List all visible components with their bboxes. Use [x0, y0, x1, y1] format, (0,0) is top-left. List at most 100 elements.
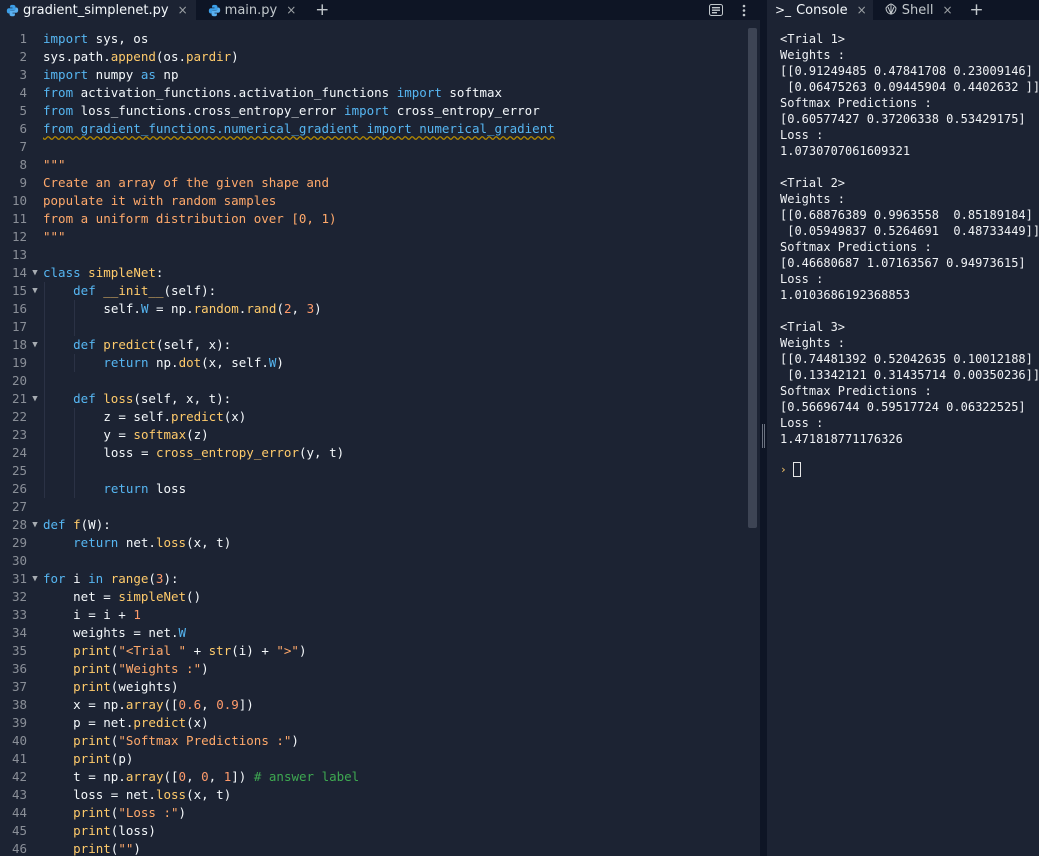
code-line[interactable]: 4 from activation_functions.activation_fu…	[0, 84, 748, 102]
code-line[interactable]: 42 t = np.array([0, 0, 1]) # answer label	[0, 768, 748, 786]
code-line[interactable]: 19 return np.dot(x, self.W)	[0, 354, 748, 372]
code-line[interactable]: 5 from loss_functions.cross_entropy_error…	[0, 102, 748, 120]
editor-scrollbar[interactable]	[748, 28, 757, 528]
code-line[interactable]: 7	[0, 138, 748, 156]
code-line[interactable]: 40 print("Softmax Predictions :")	[0, 732, 748, 750]
code-token: rand	[246, 301, 277, 316]
code-line[interactable]: 44 print("Loss :")	[0, 804, 748, 822]
code-text: def predict(self, x):	[73, 336, 231, 354]
close-icon[interactable]: ×	[178, 3, 188, 17]
console-prompt[interactable]: ›	[780, 462, 801, 477]
code-line[interactable]: 2 sys.path.append(os.pardir)	[0, 48, 748, 66]
line-number: 40	[11, 733, 27, 748]
code-line[interactable]: 28 ▼ def f(W):	[0, 516, 748, 534]
code-line[interactable]: 22 z = self.predict(x)	[0, 408, 748, 426]
close-icon[interactable]: ×	[286, 3, 296, 17]
code-token: ,	[186, 769, 202, 784]
code-line[interactable]: 11 from a uniform distribution over [0, 1…	[0, 210, 748, 228]
line-number: 30	[11, 553, 27, 568]
splitter-grip-icon[interactable]	[762, 424, 765, 448]
code-text: def __init__(self):	[73, 282, 216, 300]
code-line[interactable]: 37 print(weights)	[0, 678, 748, 696]
line-number: 22	[11, 409, 27, 424]
code-line[interactable]: 17	[0, 318, 748, 336]
code-line[interactable]: 31 ▼ for i in range(3):	[0, 570, 748, 588]
fold-arrow-icon[interactable]: ▼	[30, 516, 40, 534]
code-line[interactable]: 45 print(loss)	[0, 822, 748, 840]
code-token: (self):	[163, 283, 217, 298]
code-token: print	[73, 841, 111, 856]
fold-arrow-icon[interactable]: ▼	[30, 570, 40, 588]
keyboard-icon[interactable]	[708, 2, 724, 18]
code-line[interactable]: 33 i = i + 1	[0, 606, 748, 624]
code-token: as	[140, 67, 156, 82]
code-line[interactable]: 26 return loss	[0, 480, 748, 498]
fold-arrow-icon[interactable]: ▼	[30, 336, 40, 354]
code-line[interactable]: 34 weights = net.W	[0, 624, 748, 642]
code-line[interactable]: 38 x = np.array([0.6, 0.9])	[0, 696, 748, 714]
code-line[interactable]: 29 return net.loss(x, t)	[0, 534, 748, 552]
code-line[interactable]: 27	[0, 498, 748, 516]
code-text: """	[43, 228, 66, 246]
code-token: z = self.	[103, 409, 172, 424]
code-line[interactable]: 24 loss = cross_entropy_error(y, t)	[0, 444, 748, 462]
code-line[interactable]: 1 import sys, os	[0, 30, 748, 48]
tab-console[interactable]: >_ Console ×	[767, 0, 873, 20]
code-token: (W):	[80, 517, 111, 532]
tab-main[interactable]: main.py ×	[201, 0, 305, 20]
code-line[interactable]: 14 ▼ class simpleNet:	[0, 264, 748, 282]
code-line[interactable]: 30	[0, 552, 748, 570]
code-line[interactable]: 21 ▼ def loss(self, x, t):	[0, 390, 748, 408]
console-input-cursor[interactable]	[792, 462, 801, 477]
indent-guide	[74, 354, 76, 372]
code-line[interactable]: 23 y = softmax(z)	[0, 426, 748, 444]
more-vertical-icon[interactable]	[736, 2, 752, 18]
code-editor[interactable]: 1 import sys, os 2 sys.path.append(os.pardi…	[0, 30, 748, 856]
code-line[interactable]: 18 ▼ def predict(self, x):	[0, 336, 748, 354]
code-token: ([	[163, 769, 179, 784]
console-line: [0.05949837 0.5264691 0.48733449]]	[780, 224, 1039, 238]
code-line[interactable]: 10 populate it with random samples	[0, 192, 748, 210]
add-tab-button[interactable]: +	[312, 0, 332, 20]
code-token: )	[231, 49, 239, 64]
close-icon[interactable]: ×	[942, 3, 952, 17]
code-line[interactable]: 15 ▼ def __init__(self):	[0, 282, 748, 300]
code-line[interactable]: 8 """	[0, 156, 748, 174]
code-line[interactable]: 32 net = simpleNet()	[0, 588, 748, 606]
code-line[interactable]: 3 import numpy as np	[0, 66, 748, 84]
pane-splitter[interactable]	[760, 0, 767, 856]
code-line[interactable]: 13	[0, 246, 748, 264]
code-token: simpleNet	[118, 589, 187, 604]
add-tab-button[interactable]: +	[967, 0, 987, 20]
code-line[interactable]: 20	[0, 372, 748, 390]
code-token: print	[73, 733, 111, 748]
code-line[interactable]: 35 print("<Trial " + str(i) + ">")	[0, 642, 748, 660]
code-line[interactable]: 6 from gradient_functions.numerical_gradi…	[0, 120, 748, 138]
code-line[interactable]: 9 Create an array of the given shape and	[0, 174, 748, 192]
code-line[interactable]: 12 """	[0, 228, 748, 246]
close-icon[interactable]: ×	[857, 3, 867, 17]
fold-arrow-icon[interactable]: ▼	[30, 264, 40, 282]
code-line[interactable]: 41 print(p)	[0, 750, 748, 768]
line-number: 16	[11, 301, 27, 316]
tab-gradient-simplenet[interactable]: gradient_simplenet.py ×	[0, 0, 196, 20]
code-token: 0.9	[216, 697, 239, 712]
code-token: (	[148, 571, 156, 586]
fold-arrow-icon[interactable]: ▼	[30, 390, 40, 408]
code-token: softmax	[441, 85, 503, 100]
code-token: (loss)	[110, 823, 156, 838]
code-line[interactable]: 46 print("")	[0, 840, 748, 856]
code-line[interactable]: 16 self.W = np.random.rand(2, 3)	[0, 300, 748, 318]
code-token: loss =	[103, 445, 156, 460]
fold-arrow-icon[interactable]: ▼	[30, 282, 40, 300]
code-token: 0.6	[178, 697, 202, 712]
code-line[interactable]: 25	[0, 462, 748, 480]
code-line[interactable]: 36 print("Weights :")	[0, 660, 748, 678]
code-line[interactable]: 43 loss = net.loss(x, t)	[0, 786, 748, 804]
tab-shell[interactable]: Shell ×	[877, 0, 959, 20]
code-line[interactable]: 39 p = net.predict(x)	[0, 714, 748, 732]
console-line: [0.56696744 0.59517724 0.06322525]	[780, 400, 1026, 414]
code-token: 3	[306, 301, 315, 316]
code-token: (self, x):	[155, 337, 232, 352]
code-text: from loss_functions.cross_entropy_error …	[43, 102, 540, 120]
